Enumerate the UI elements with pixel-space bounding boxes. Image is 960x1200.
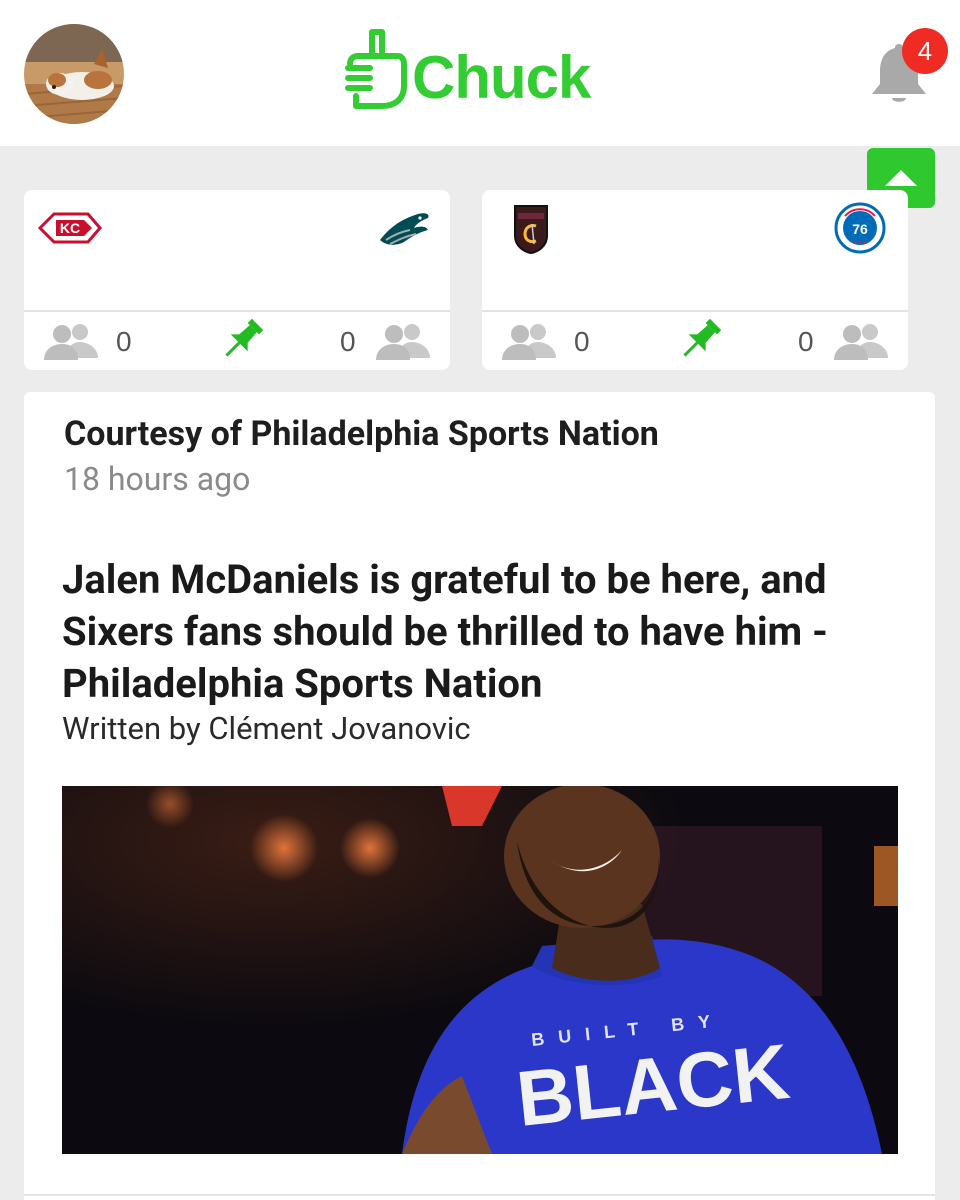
raised-finger-hand-icon: [345, 29, 407, 109]
app-name: Chuck: [412, 44, 591, 111]
pushpin-icon[interactable]: [676, 316, 724, 364]
player-photo: BUILT BY BLACK: [62, 786, 898, 1154]
home-fans-count: 0: [574, 326, 590, 357]
76ers-logo: 76 ★★★: [834, 202, 886, 254]
top-bar: Chuck 4: [0, 0, 960, 146]
people-icon: [834, 322, 890, 360]
away-fans-count: 0: [798, 326, 814, 357]
eagles-logo: [378, 210, 430, 248]
article-image[interactable]: BUILT BY BLACK: [62, 786, 898, 1154]
match-card-chiefs-eagles[interactable]: KC 0 0: [24, 190, 450, 370]
card-bottom-divider: [24, 1194, 935, 1196]
svg-text:KC: KC: [60, 220, 80, 236]
article-source: Courtesy of Philadelphia Sports Nation: [64, 414, 659, 454]
caret-up-icon: [885, 170, 917, 186]
article-author: Written by Clément Jovanovic: [62, 710, 471, 747]
people-icon: [44, 322, 100, 360]
article-card[interactable]: Courtesy of Philadelphia Sports Nation 1…: [24, 392, 935, 1200]
article-title[interactable]: Jalen McDaniels is grateful to be here, …: [62, 554, 902, 710]
match-card-cavaliers-76ers[interactable]: 76 ★★★ 0 0: [482, 190, 908, 370]
people-icon: [502, 322, 558, 360]
people-icon: [376, 322, 432, 360]
pushpin-icon[interactable]: [218, 316, 266, 364]
card-divider: [482, 310, 908, 312]
card-divider: [24, 310, 450, 312]
dog-avatar-image: [24, 24, 124, 124]
away-fans-count: 0: [340, 326, 356, 357]
cavaliers-logo: [512, 204, 550, 255]
home-fans-count: 0: [116, 326, 132, 357]
svg-text:★★★: ★★★: [853, 240, 867, 246]
article-timestamp: 18 hours ago: [64, 460, 251, 498]
svg-text:76: 76: [852, 221, 868, 237]
notification-count-badge: 4: [902, 28, 948, 74]
chiefs-logo: KC: [36, 208, 104, 248]
user-avatar[interactable]: [24, 24, 124, 124]
